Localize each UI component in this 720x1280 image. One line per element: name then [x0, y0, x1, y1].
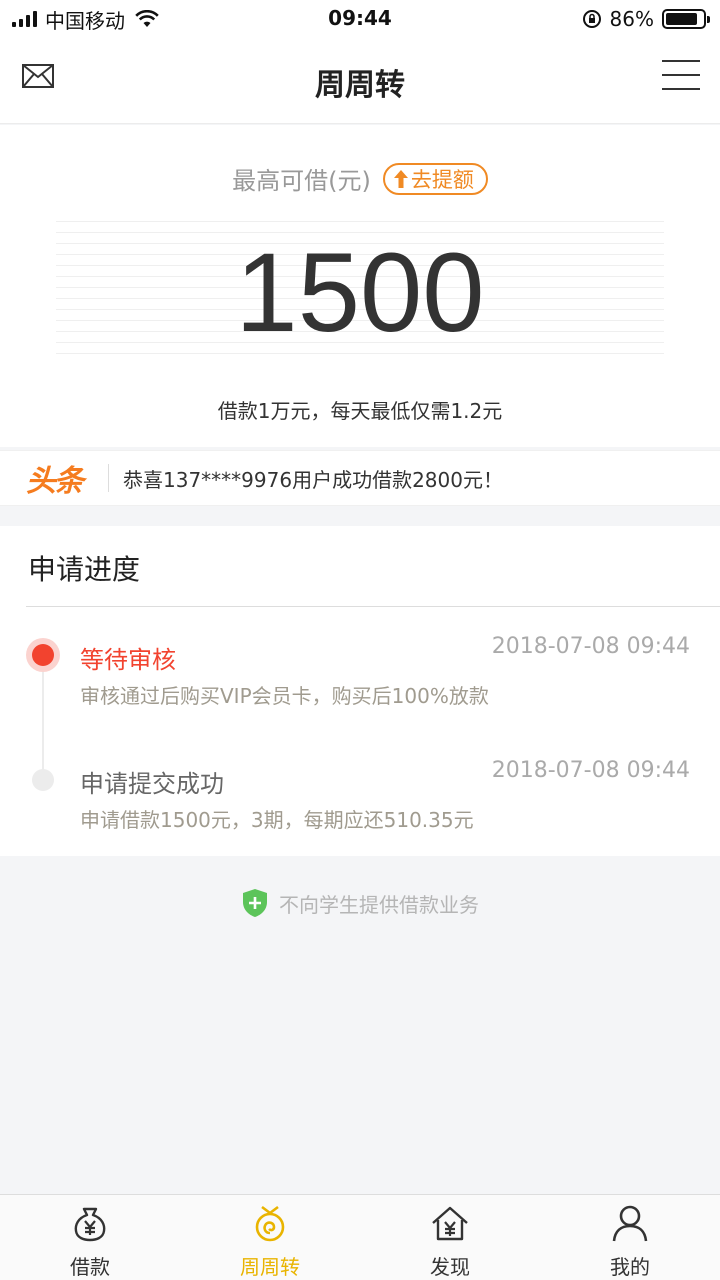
timeline-line — [42, 654, 44, 784]
tab-label-borrow: 借款 — [70, 1255, 110, 1279]
notice-text: 不向学生提供借款业务 — [279, 892, 479, 917]
tab-mine[interactable]: 我的 — [540, 1195, 720, 1280]
tab-zhouzhouzhuan[interactable]: 周周转 — [180, 1195, 360, 1280]
tab-borrow[interactable]: 借款 — [0, 1195, 180, 1280]
tab-label-zhouzhouzhuan: 周周转 — [240, 1255, 300, 1279]
step-desc-pending: 审核通过后购买VIP会员卡，购买后100%放款 — [80, 684, 489, 708]
swirl-icon — [255, 1205, 285, 1242]
house-yen-icon — [432, 1206, 468, 1241]
quota-amount: 1500 — [235, 230, 485, 355]
headline-logo: 头条 — [26, 464, 84, 499]
raise-limit-label: 去提额 — [410, 167, 474, 192]
headline-ticker[interactable]: 头条 恭喜137****9976用户成功借款2800元！ — [0, 450, 720, 506]
timeline-dot-active — [26, 638, 60, 672]
progress-divider — [26, 606, 720, 607]
headline-text: 恭喜137****9976用户成功借款2800元！ — [123, 467, 503, 492]
step-title-pending: 等待审核 — [80, 646, 176, 674]
arrow-up-icon — [393, 169, 408, 188]
step-title-submitted: 申请提交成功 — [80, 770, 224, 798]
progress-title: 申请进度 — [28, 553, 141, 586]
tab-bar: 借款 周周转 发现 我的 — [0, 1194, 720, 1280]
raise-limit-button[interactable]: 去提额 — [382, 162, 488, 195]
rotation-lock-icon — [582, 10, 601, 28]
tab-discover[interactable]: 发现 — [360, 1195, 540, 1280]
person-icon — [612, 1205, 648, 1242]
student-notice: 不向学生提供借款业务 — [0, 888, 720, 918]
quota-panel: 最高可借(元) 去提额 1500 借款1万元，每天最低仅需1.2元 — [0, 125, 720, 447]
step-time-pending: 2018-07-08 09:44 — [491, 634, 690, 659]
headline-divider — [108, 464, 109, 492]
timeline-dot-inactive — [32, 769, 54, 791]
status-bar: 中国移动 09:44 86% — [0, 0, 720, 40]
battery-percent: 86% — [609, 7, 654, 31]
step-time-submitted: 2018-07-08 09:44 — [491, 758, 690, 783]
battery-icon — [662, 9, 710, 29]
shield-icon — [243, 889, 267, 917]
quota-label: 最高可借(元) — [232, 167, 371, 195]
tab-label-discover: 发现 — [430, 1255, 470, 1279]
menu-icon[interactable] — [662, 60, 700, 90]
application-progress: 申请进度 等待审核 2018-07-08 09:44 审核通过后购买VIP会员卡… — [0, 526, 720, 856]
step-desc-submitted: 申请借款1500元，3期，每期应还510.35元 — [80, 808, 474, 832]
money-bag-icon — [74, 1207, 106, 1242]
nav-bar: 周周转 — [0, 40, 720, 124]
status-right: 86% — [582, 6, 710, 32]
tab-label-mine: 我的 — [610, 1255, 650, 1279]
quota-note: 借款1万元，每天最低仅需1.2元 — [217, 399, 503, 423]
page-title: 周周转 — [315, 68, 405, 103]
quota-label-row: 最高可借(元) 去提额 — [0, 161, 720, 196]
battery-fill — [666, 13, 697, 25]
